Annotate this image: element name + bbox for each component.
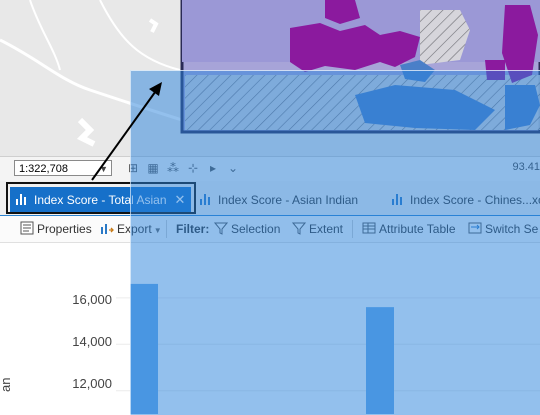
map-status-bar: 1:322,708 ▼ ⊞ ▦ ⁂ ⊹ ▸ ⌄ 93.41 [0,156,540,182]
chevron-down-icon: ▼ [153,226,162,235]
chart-toolbar: Properties Export ▼ Filter: Selection Ext… [0,216,540,243]
table-icon [362,222,376,234]
chevron-down-icon[interactable]: ⌄ [226,161,240,175]
filter-label: Filter: [176,222,210,236]
divider [166,220,167,238]
export-button[interactable]: Export ▼ [100,220,162,238]
chart-bar[interactable] [366,307,394,414]
highlight-box [6,182,196,214]
tab-index-score-chinese[interactable]: Index Score - Chines...xc [392,187,540,213]
y-tick-label: 12,000 [72,376,112,391]
chart-bar[interactable] [130,283,158,414]
switch-selection-button[interactable]: Switch Se [468,220,538,238]
switch-selection-icon [468,222,482,234]
snapping-icon[interactable]: ⁂ [166,161,180,175]
bar-chart-icon [200,194,213,205]
filter-selection-icon [214,222,228,235]
y-tick-label: 16,000 [72,292,112,307]
scale-selector[interactable]: 1:322,708 ▼ [14,160,112,176]
scale-value: 1:322,708 [19,163,68,175]
filter-selection-button[interactable]: Selection [214,220,280,238]
extent-label: Extent [309,222,344,236]
tab-index-score-asian-indian[interactable]: Index Score - Asian Indian [200,187,358,213]
filter-extent-button[interactable]: Extent [292,220,343,238]
map-canvas [0,0,540,158]
table-grid-icon[interactable]: ▦ [146,161,160,175]
constraint-icon[interactable]: ⊹ [186,161,200,175]
export-icon [101,224,114,234]
switch-selection-label: Switch Se [485,222,539,236]
chevron-down-icon: ▼ [99,164,108,174]
pause-drawing-icon[interactable]: ▸ [206,161,220,175]
properties-button[interactable]: Properties [20,220,92,238]
grid-icon[interactable]: ⊞ [126,161,140,175]
bar-chart-icon [392,194,405,205]
export-label: Export [117,222,152,236]
properties-label: Properties [37,222,92,236]
y-tick-label: 14,000 [72,334,112,349]
attribute-table-button[interactable]: Attribute Table [362,220,456,238]
map-view[interactable] [0,0,540,158]
tab-label: Index Score - Chines...xc [410,193,540,207]
tab-label: Index Score - Asian Indian [218,193,359,207]
coordinate-readout: 93.41 [512,161,540,173]
y-axis-label: an [0,377,13,392]
divider [352,220,353,238]
filter-extent-icon [292,222,306,235]
properties-icon [20,221,34,235]
selection-label: Selection [231,222,281,236]
attribute-table-label: Attribute Table [379,222,456,236]
